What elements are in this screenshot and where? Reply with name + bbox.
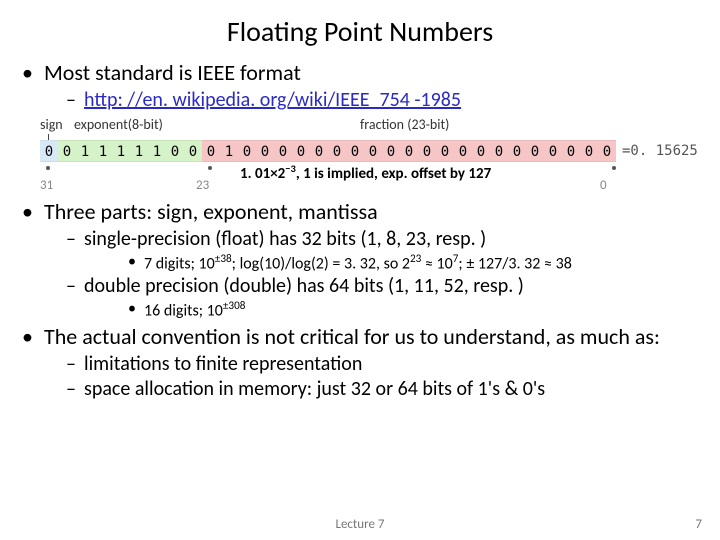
bit-fraction: 0: [580, 140, 598, 162]
bullet-ieee-text: Most standard is IEEE format: [44, 59, 301, 86]
bullet-convention-text: The actual convention is not critical fo…: [44, 323, 660, 350]
bit-fraction: 0: [490, 140, 508, 162]
bit-exponent: 1: [112, 140, 130, 162]
bit-fraction: 0: [328, 140, 346, 162]
slide: Floating Point Numbers Most standard is …: [0, 0, 720, 540]
bit-fraction: 0: [454, 140, 472, 162]
bit-fraction: 0: [364, 140, 382, 162]
bullet-convention: The actual convention is not critical fo…: [22, 323, 698, 401]
marker-dot-icon: [46, 166, 50, 170]
bullet-parts-text: Three parts: sign, exponent, mantissa: [44, 198, 378, 225]
bullet-double-text: double precision (double) has 64 bits (1…: [84, 274, 524, 298]
bit-fraction: 0: [400, 140, 418, 162]
bit-fraction: 0: [382, 140, 400, 162]
bullet-double-detail: 16 digits; 10±308: [84, 299, 698, 320]
footer-page-number: 7: [695, 517, 702, 532]
footer-lecture: Lecture 7: [0, 517, 720, 532]
ieee754-diagram: sign exponent(8-bit) fraction (23-bit) 0…: [40, 116, 680, 196]
bit-fraction: 0: [238, 140, 256, 162]
bit-exponent: 1: [148, 140, 166, 162]
bit-exponent: 1: [94, 140, 112, 162]
bit-fraction: 0: [472, 140, 490, 162]
bit-exponent: 1: [76, 140, 94, 162]
bit-exponent: 1: [130, 140, 148, 162]
ieee-wiki-link[interactable]: http: //en. wikipedia. org/wiki/IEEE_754…: [84, 88, 461, 112]
bullet-double: double precision (double) has 64 bits (1…: [44, 274, 698, 320]
bit-fraction: 0: [418, 140, 436, 162]
label-sign: sign: [40, 116, 63, 133]
bit-index-23: 23: [196, 178, 209, 193]
bit-fraction: 0: [526, 140, 544, 162]
label-exponent: exponent(8-bit): [74, 116, 163, 133]
label-fraction: fraction (23-bit): [360, 116, 449, 133]
bit-fraction: 1: [220, 140, 238, 162]
bit-fraction: 0: [562, 140, 580, 162]
bit-fraction: 0: [436, 140, 454, 162]
bit-fraction: 0: [598, 140, 616, 162]
slide-title: Floating Point Numbers: [22, 14, 698, 49]
bit-fraction: 0: [202, 140, 220, 162]
bullet-space: space allocation in memory: just 32 or 6…: [44, 377, 698, 401]
bullet-single-text: single-precision (float) has 32 bits (1,…: [84, 227, 486, 251]
marker-dot-icon: [208, 166, 212, 170]
bit-exponent: 0: [184, 140, 202, 162]
bullet-list: Most standard is IEEE format http: //en.…: [22, 59, 698, 112]
bit-fraction: 0: [310, 140, 328, 162]
bullet-parts: Three parts: sign, exponent, mantissa si…: [22, 198, 698, 321]
bit-fraction: 0: [346, 140, 364, 162]
diagram-field-labels: sign exponent(8-bit) fraction (23-bit): [40, 116, 680, 134]
marker-dot-icon: [612, 166, 616, 170]
diagram-under-row: 31 23 0 1. 01×2−3, 1 is implied, exp. of…: [40, 162, 680, 196]
bit-exponent: 0: [58, 140, 76, 162]
bit-fraction: 0: [274, 140, 292, 162]
bit-sign: 0: [40, 140, 58, 162]
bit-row: 00111110001000000000000000000000 =0. 156…: [40, 140, 680, 162]
bullet-ieee: Most standard is IEEE format http: //en.…: [22, 59, 698, 112]
bit-exponent: 0: [166, 140, 184, 162]
bit-fraction: 0: [508, 140, 526, 162]
bullet-list-2: Three parts: sign, exponent, mantissa si…: [22, 198, 698, 401]
bit-fraction: 0: [256, 140, 274, 162]
bullet-single-detail: 7 digits; 10±38; log(10)/log(2) = 3. 32,…: [84, 252, 698, 273]
bit-fraction: 0: [292, 140, 310, 162]
value-result: =0. 15625: [616, 140, 698, 162]
diagram-ticks-top: [40, 134, 680, 140]
bit-fraction: 0: [544, 140, 562, 162]
bullet-link: http: //en. wikipedia. org/wiki/IEEE_754…: [44, 88, 698, 112]
bit-index-31: 31: [40, 178, 53, 193]
bullet-limitations: limitations to finite representation: [44, 352, 698, 376]
bit-index-0: 0: [600, 178, 607, 193]
diagram-annotation: 1. 01×2−3, 1 is implied, exp. offset by …: [240, 162, 491, 183]
bullet-single: single-precision (float) has 32 bits (1,…: [44, 227, 698, 273]
